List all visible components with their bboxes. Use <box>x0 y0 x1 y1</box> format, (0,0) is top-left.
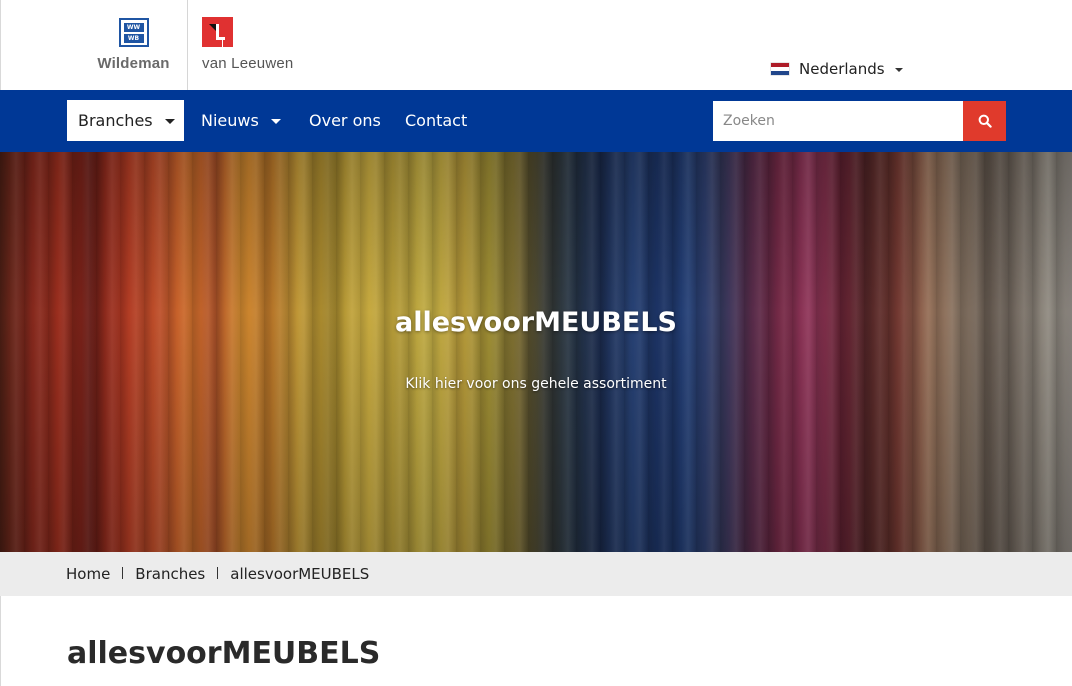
hero-assortment-link[interactable]: Klik hier voor ons gehele assortiment <box>0 376 1072 392</box>
search-icon <box>978 114 992 128</box>
dutch-flag-icon <box>771 63 789 75</box>
hero-title: allesvoorMEUBELS <box>394 307 678 338</box>
wildeman-mark-top: WW <box>123 22 144 32</box>
breadcrumb: Home Branches allesvoorMEUBELS <box>0 552 1072 596</box>
nav-item-label: Nieuws <box>201 111 259 130</box>
main-content: allesvoorMEUBELS <box>0 596 1072 686</box>
site-logo[interactable]: WW WB Wildeman van Leeuwen <box>94 0 303 90</box>
wildeman-mark-bottom: WB <box>123 33 144 43</box>
chevron-down-icon <box>894 68 903 72</box>
van-leeuwen-logo-mark <box>202 17 233 47</box>
flag-stripe-blue <box>771 71 789 75</box>
breadcrumb-separator <box>122 566 124 579</box>
site-header: WW WB Wildeman van Leeuwen Nederlands <box>0 0 1072 90</box>
nav-item-label: Branches <box>78 111 153 130</box>
nav-item-label: Over ons <box>309 111 381 130</box>
language-label: Nederlands <box>799 60 885 78</box>
nav-item-nieuws[interactable]: Nieuws <box>201 100 281 141</box>
van-leeuwen-logo[interactable]: van Leeuwen <box>202 17 303 90</box>
search-button[interactable] <box>963 101 1006 141</box>
chevron-down-icon <box>270 119 281 124</box>
van-leeuwen-logo-text: van Leeuwen <box>202 55 294 72</box>
chevron-down-icon <box>164 119 175 124</box>
breadcrumb-home[interactable]: Home <box>66 565 110 583</box>
breadcrumb-branches[interactable]: Branches <box>135 565 205 583</box>
nav-item-contact[interactable]: Contact <box>405 100 467 141</box>
nav-item-over-ons[interactable]: Over ons <box>309 100 381 141</box>
breadcrumb-separator <box>217 566 219 579</box>
nav-item-label: Contact <box>405 111 468 130</box>
hero-banner: allesvoorMEUBELS Klik hier voor ons gehe… <box>0 152 1072 552</box>
main-navigation: Branches Nieuws Over ons Contact <box>0 90 1072 152</box>
logo-divider <box>187 0 188 90</box>
wildeman-logo-mark: WW WB <box>118 18 149 47</box>
language-selector[interactable]: Nederlands <box>771 60 903 78</box>
nav-item-branches[interactable]: Branches <box>67 100 184 141</box>
wildeman-logo-text: Wildeman <box>97 55 170 72</box>
breadcrumb-current: allesvoorMEUBELS <box>230 565 370 583</box>
search-input[interactable] <box>713 101 963 141</box>
wildeman-logo[interactable]: WW WB Wildeman <box>94 17 173 90</box>
page-title: allesvoorMEUBELS <box>67 636 381 671</box>
